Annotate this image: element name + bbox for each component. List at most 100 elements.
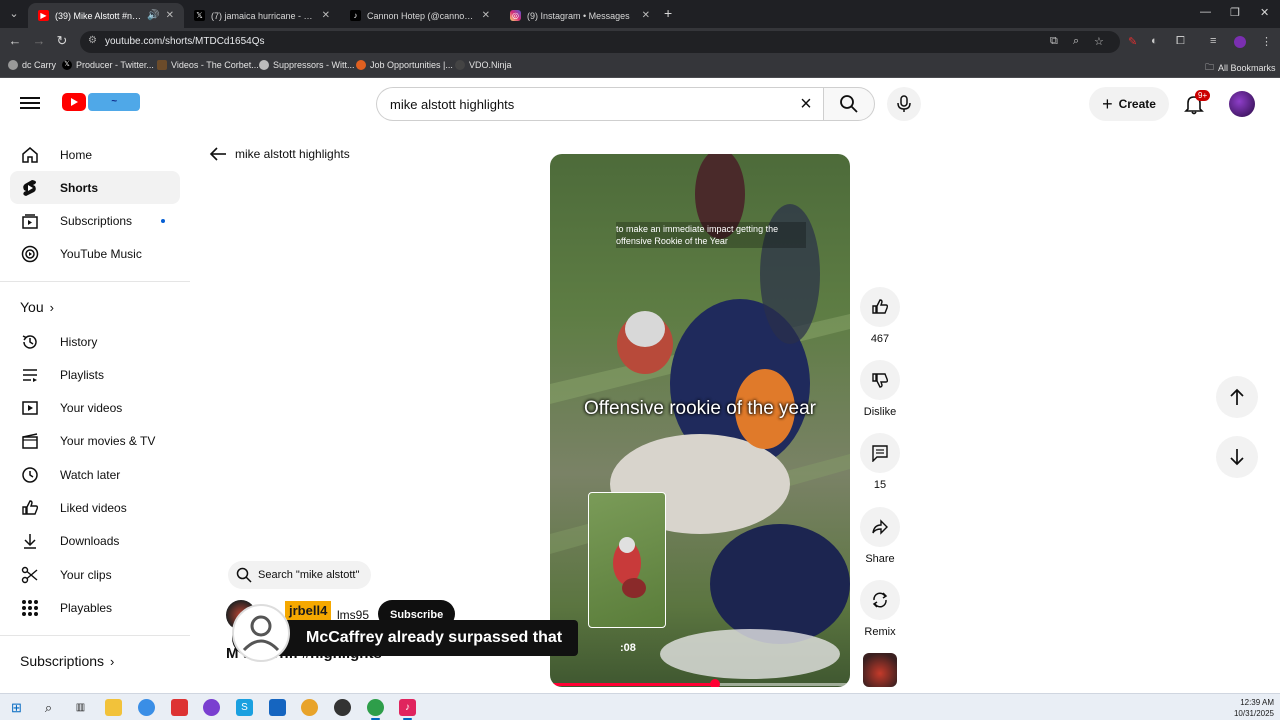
minimize-icon[interactable]: —	[1200, 6, 1211, 18]
next-short-button[interactable]	[1216, 436, 1258, 478]
progress-fill	[550, 683, 715, 686]
browser-tab-youtube[interactable]: ▶ (39) Mike Alstott #nfl #highl 🔊 ✕	[28, 3, 184, 28]
thumbs-up-icon	[860, 287, 900, 327]
browser-tab-x[interactable]: 𝕏 (7) jamaica hurricane - Search / ✕	[184, 3, 340, 28]
media-controls-icon[interactable]: ≡	[1210, 35, 1216, 47]
search-suggestion-chip[interactable]: Search "mike alstott"	[228, 561, 372, 589]
chrome-active-icon[interactable]	[367, 699, 384, 720]
progress-bar[interactable]	[550, 679, 850, 687]
back-icon[interactable]: ←	[6, 33, 24, 48]
new-tab-icon[interactable]: +	[664, 5, 672, 21]
bookmark-item[interactable]: VDO.Ninja	[455, 60, 512, 70]
like-button[interactable]: 467	[856, 287, 904, 345]
skype-icon[interactable]: S	[236, 699, 253, 716]
sidebar-subscriptions-header[interactable]: Subscriptions ›	[20, 653, 114, 669]
sound-thumbnail[interactable]	[863, 653, 897, 687]
bookmark-item[interactable]: Job Opportunities |...	[356, 60, 453, 70]
comments-button[interactable]: 15	[856, 433, 904, 491]
browser-tab-tiktok[interactable]: ♪ Cannon Hotep (@cannon.hote ✕	[340, 3, 500, 28]
youtube-header: ~ mike alstott highlights × + Create 9+	[0, 79, 1280, 129]
app-icon[interactable]	[171, 699, 188, 716]
search-icon	[236, 567, 252, 583]
address-bar[interactable]: ⚙ youtube.com/shorts/MTDCd1654Qs ⧉ ⌕ ☆	[80, 31, 1120, 53]
forward-icon[interactable]: →	[30, 33, 48, 48]
extensions-puzzle-icon[interactable]: ⧠	[1176, 35, 1185, 48]
tab-close-icon[interactable]: ✕	[166, 10, 174, 21]
voice-search-button[interactable]	[887, 87, 921, 121]
like-count: 467	[870, 333, 890, 345]
all-bookmarks-button[interactable]: 🗀 All Bookmarks	[1205, 60, 1276, 76]
sidebar-item-your-clips[interactable]: Your clips	[10, 558, 180, 591]
chrome-menu-icon[interactable]: ⋮	[1261, 35, 1272, 48]
search-icon[interactable]: ⌕	[40, 699, 57, 716]
bookmark-item[interactable]: 𝕏 Producer - Twitter...	[62, 60, 154, 70]
zoom-icon[interactable]: ⌕	[1073, 35, 1079, 48]
sidebar-item-liked-videos[interactable]: Liked videos	[10, 491, 180, 524]
system-clock[interactable]: 12:39 AM 10/31/2025	[1234, 697, 1274, 719]
browser-tab-instagram[interactable]: ◎ (9) Instagram • Messages ✕	[500, 3, 660, 28]
search-input[interactable]: mike alstott highlights ×	[376, 87, 823, 121]
progress-handle[interactable]	[710, 679, 720, 687]
sidebar-item-watch-later[interactable]: Watch later	[10, 458, 180, 491]
sidebar-item-movies-tv[interactable]: Your movies & TV	[10, 424, 180, 457]
task-view-icon[interactable]: ▥	[72, 699, 89, 716]
sidebar-item-home[interactable]: Home	[10, 138, 180, 171]
extension-pen-icon[interactable]: ✎	[1128, 35, 1137, 48]
sidebar-item-label: Subscriptions	[60, 213, 133, 228]
bookmark-item[interactable]: dc Carry	[8, 60, 56, 70]
extension-toggle-icon[interactable]: ◐	[1151, 35, 1158, 47]
browser-tab-strip: ⌄ ▶ (39) Mike Alstott #nfl #highl 🔊 ✕ 𝕏 …	[0, 0, 1280, 28]
tab-close-icon[interactable]: ✕	[482, 10, 490, 21]
bookmark-item[interactable]: Suppressors - Witt...	[259, 60, 355, 70]
menu-icon[interactable]	[20, 94, 40, 112]
youtube-logo[interactable]: ~	[62, 93, 140, 111]
window-close-icon[interactable]: ✕	[1260, 6, 1269, 19]
account-avatar[interactable]	[1229, 91, 1255, 117]
previous-short-button[interactable]	[1216, 376, 1258, 418]
share-button[interactable]: Share	[856, 507, 904, 565]
bookmark-label: Suppressors - Witt...	[273, 60, 355, 70]
sidebar-item-shorts[interactable]: Shorts	[10, 171, 180, 204]
chrome-icon[interactable]	[301, 699, 318, 716]
arrow-down-icon	[1230, 449, 1244, 466]
search-button[interactable]	[823, 87, 875, 121]
playlists-icon	[20, 365, 40, 385]
bookmark-star-icon[interactable]: ☆	[1094, 35, 1104, 48]
reload-icon[interactable]: ↻	[53, 33, 71, 49]
sidebar-item-your-videos[interactable]: Your videos	[10, 391, 180, 424]
store-icon[interactable]	[269, 699, 286, 716]
install-icon[interactable]: ⧉	[1050, 35, 1058, 48]
site-info-icon[interactable]: ⚙	[88, 35, 97, 46]
app-icon[interactable]	[334, 699, 351, 716]
restore-icon[interactable]: ❐	[1230, 6, 1240, 19]
mic-icon	[897, 95, 911, 112]
obs-icon[interactable]	[203, 699, 220, 716]
tab-close-icon[interactable]: ✕	[322, 10, 330, 21]
sidebar-item-downloads[interactable]: Downloads	[10, 524, 180, 557]
file-explorer-icon[interactable]	[105, 699, 122, 716]
clear-search-icon[interactable]: ×	[795, 93, 817, 115]
clock-date: 10/31/2025	[1233, 709, 1274, 718]
tab-search-icon[interactable]: ⌄	[4, 4, 24, 24]
short-video-player[interactable]: to make an immediate impact getting the …	[550, 154, 850, 687]
edge-icon[interactable]	[138, 699, 155, 716]
tiktok-live-icon[interactable]: ♪	[399, 699, 416, 720]
dislike-button[interactable]: Dislike	[856, 360, 904, 418]
profile-avatar-icon[interactable]	[1234, 36, 1246, 48]
sidebar-you-header[interactable]: You ›	[20, 299, 54, 315]
back-to-search-link[interactable]: mike alstott highlights	[209, 147, 350, 161]
sidebar-item-playlists[interactable]: Playlists	[10, 358, 180, 391]
search-icon	[840, 95, 858, 113]
sidebar-item-youtube-music[interactable]: YouTube Music	[10, 237, 180, 270]
stream-chat-message: McCaffrey already surpassed that	[232, 604, 579, 662]
sidebar-item-subscriptions[interactable]: Subscriptions	[10, 204, 180, 237]
bookmark-item[interactable]: Videos - The Corbet...	[157, 60, 259, 70]
sidebar-item-playables[interactable]: Playables	[10, 591, 180, 624]
windows-start-icon[interactable]: ⊞	[8, 699, 25, 716]
sidebar-item-history[interactable]: History	[10, 325, 180, 358]
remix-button[interactable]: Remix	[856, 580, 904, 638]
tab-close-icon[interactable]: ✕	[642, 10, 650, 21]
speaker-icon[interactable]: 🔊	[147, 10, 159, 21]
seek-preview-thumbnail	[588, 492, 666, 628]
create-button[interactable]: + Create	[1089, 87, 1169, 121]
